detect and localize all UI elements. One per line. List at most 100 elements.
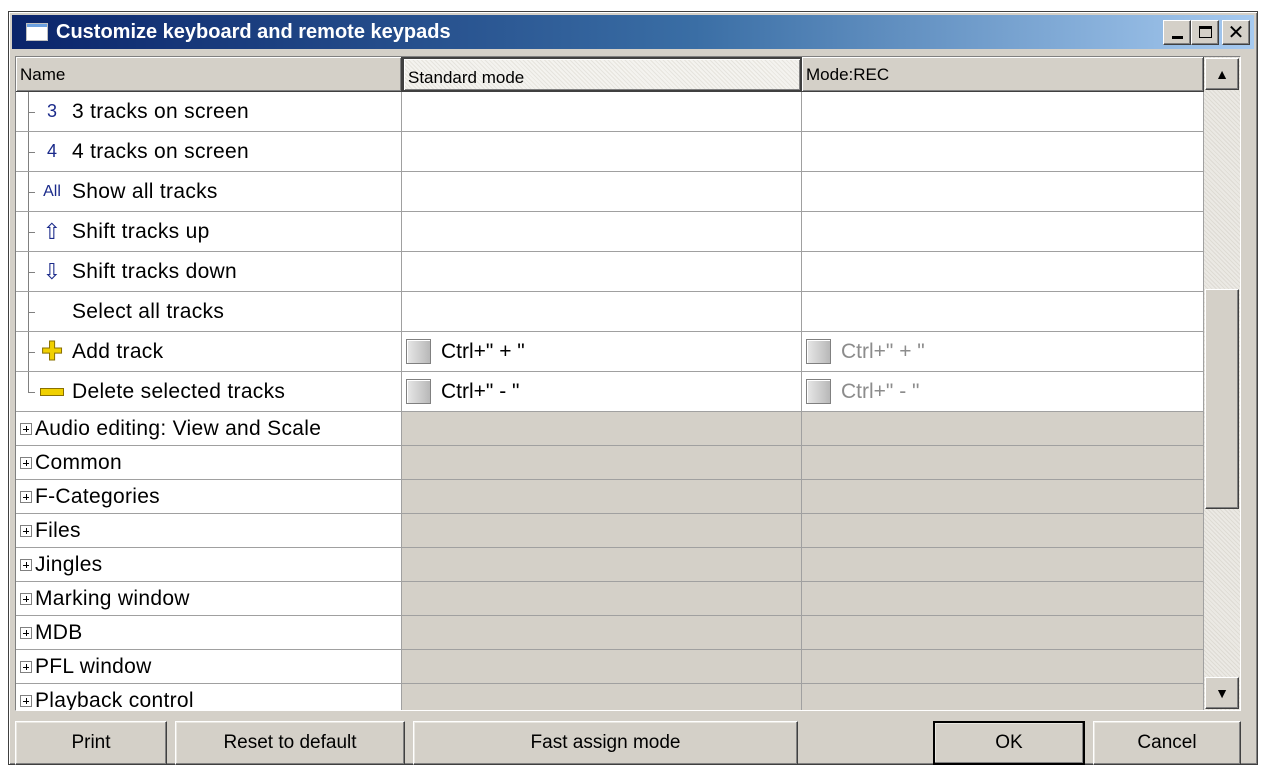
standard-mode-cell[interactable]: Ctrl+" + " xyxy=(402,332,802,371)
shortcut-text: Ctrl+" + " xyxy=(841,339,925,363)
table-row[interactable]: All Show all tracks xyxy=(16,172,1204,212)
category-row[interactable]: Common xyxy=(16,446,1204,480)
mode-rec-cell[interactable]: Ctrl+" + " xyxy=(802,332,1204,371)
vertical-scrollbar[interactable]: ▲ ▼ xyxy=(1204,57,1240,710)
column-header-standard-mode[interactable]: Standard mode xyxy=(402,57,802,92)
grid-header: Name Standard mode Mode:REC xyxy=(16,57,1204,92)
name-cell: Playback control xyxy=(16,684,402,710)
expand-plus-icon[interactable] xyxy=(20,490,32,503)
mode-rec-cell[interactable] xyxy=(802,212,1204,251)
scroll-up-icon: ▲ xyxy=(1215,66,1229,82)
expand-plus-icon[interactable] xyxy=(20,422,32,435)
table-row[interactable]: 4 4 tracks on screen xyxy=(16,132,1204,172)
window-icon xyxy=(26,23,48,41)
standard-mode-cell xyxy=(402,582,802,615)
mode-rec-cell[interactable] xyxy=(802,252,1204,291)
expand-plus-icon[interactable] xyxy=(20,558,32,571)
standard-mode-cell[interactable]: Ctrl+" - " xyxy=(402,372,802,411)
key-icon xyxy=(406,339,431,364)
item-label: Show all tracks xyxy=(72,179,218,203)
delete-minus-icon xyxy=(36,372,68,411)
name-cell: Audio editing: View and Scale xyxy=(16,412,402,445)
table-row[interactable]: ⇧ Shift tracks up xyxy=(16,212,1204,252)
category-row[interactable]: Jingles xyxy=(16,548,1204,582)
all-tracks-icon: All xyxy=(43,182,61,200)
scroll-up-button[interactable]: ▲ xyxy=(1205,58,1239,90)
expand-plus-icon[interactable] xyxy=(20,660,32,673)
item-label: Add track xyxy=(72,339,164,363)
table-row[interactable]: Delete selected tracks Ctrl+" - " Ctrl+"… xyxy=(16,372,1204,412)
mode-rec-cell[interactable]: Ctrl+" - " xyxy=(802,372,1204,411)
maximize-icon xyxy=(1199,26,1212,38)
item-label: Select all tracks xyxy=(72,299,225,323)
title-bar[interactable]: Customize keyboard and remote keypads ✕ xyxy=(12,15,1254,49)
name-cell: All Show all tracks xyxy=(16,172,402,211)
ok-button[interactable]: OK xyxy=(933,721,1085,765)
standard-mode-cell[interactable] xyxy=(402,292,802,331)
standard-mode-cell xyxy=(402,616,802,649)
name-cell: Files xyxy=(16,514,402,547)
expand-plus-icon[interactable] xyxy=(20,456,32,469)
minimize-icon xyxy=(1172,36,1183,39)
mode-rec-cell[interactable] xyxy=(802,132,1204,171)
standard-mode-cell xyxy=(402,480,802,513)
minimize-button[interactable] xyxy=(1163,20,1191,45)
item-label: 4 tracks on screen xyxy=(72,139,249,163)
name-cell: Delete selected tracks xyxy=(16,372,402,411)
tree-connector xyxy=(24,132,35,171)
standard-mode-cell[interactable] xyxy=(402,172,802,211)
category-label: F-Categories xyxy=(35,484,160,508)
category-row[interactable]: Audio editing: View and Scale xyxy=(16,412,1204,446)
mode-rec-cell[interactable] xyxy=(802,292,1204,331)
expand-plus-icon[interactable] xyxy=(20,694,32,707)
shortcut-text: Ctrl+" - " xyxy=(841,379,920,403)
standard-mode-cell xyxy=(402,514,802,547)
tree-connector xyxy=(24,252,35,291)
mode-rec-cell[interactable] xyxy=(802,92,1204,131)
standard-mode-cell[interactable] xyxy=(402,212,802,251)
shortcut-text: Ctrl+" - " xyxy=(441,379,520,403)
column-header-mode-rec[interactable]: Mode:REC xyxy=(802,57,1204,92)
table-row[interactable]: ✚ Add track Ctrl+" + " Ctrl+" + " xyxy=(16,332,1204,372)
table-row[interactable]: Select all tracks xyxy=(16,292,1204,332)
expand-plus-icon[interactable] xyxy=(20,524,32,537)
expand-plus-icon[interactable] xyxy=(20,626,32,639)
item-label: 3 tracks on screen xyxy=(72,99,249,123)
grid-rows: 3 3 tracks on screen 4 4 tracks on scree… xyxy=(16,92,1204,710)
maximize-button[interactable] xyxy=(1191,20,1219,45)
table-row[interactable]: ⇩ Shift tracks down xyxy=(16,252,1204,292)
standard-mode-cell[interactable] xyxy=(402,92,802,131)
expand-plus-icon[interactable] xyxy=(20,592,32,605)
category-label: PFL window xyxy=(35,654,152,678)
mode-rec-cell xyxy=(802,582,1204,615)
category-row[interactable]: Marking window xyxy=(16,582,1204,616)
table-row[interactable]: 3 3 tracks on screen xyxy=(16,92,1204,132)
standard-mode-cell xyxy=(402,650,802,683)
close-button[interactable]: ✕ xyxy=(1222,20,1250,45)
category-row[interactable]: PFL window xyxy=(16,650,1204,684)
arrow-down-icon: ⇩ xyxy=(42,258,62,284)
cancel-button[interactable]: Cancel xyxy=(1093,721,1241,765)
category-label: Audio editing: View and Scale xyxy=(35,416,322,440)
name-cell: MDB xyxy=(16,616,402,649)
category-row[interactable]: Files xyxy=(16,514,1204,548)
standard-mode-cell[interactable] xyxy=(402,252,802,291)
add-plus-icon: ✚ xyxy=(41,336,64,367)
mode-rec-cell[interactable] xyxy=(802,172,1204,211)
tree-connector xyxy=(24,292,35,331)
category-label: Marking window xyxy=(35,586,190,610)
standard-mode-cell xyxy=(402,446,802,479)
fast-assign-mode-button[interactable]: Fast assign mode xyxy=(413,721,798,765)
name-cell: ⇩ Shift tracks down xyxy=(16,252,402,291)
print-button[interactable]: Print xyxy=(15,721,167,765)
scroll-down-button[interactable]: ▼ xyxy=(1205,677,1239,709)
window-title: Customize keyboard and remote keypads xyxy=(56,20,451,43)
category-row[interactable]: MDB xyxy=(16,616,1204,650)
category-row[interactable]: Playback control xyxy=(16,684,1204,710)
tree-connector xyxy=(24,372,35,411)
column-header-name[interactable]: Name xyxy=(16,57,402,92)
reset-to-default-button[interactable]: Reset to default xyxy=(175,721,405,765)
scroll-thumb[interactable] xyxy=(1205,289,1239,509)
category-row[interactable]: F-Categories xyxy=(16,480,1204,514)
standard-mode-cell[interactable] xyxy=(402,132,802,171)
